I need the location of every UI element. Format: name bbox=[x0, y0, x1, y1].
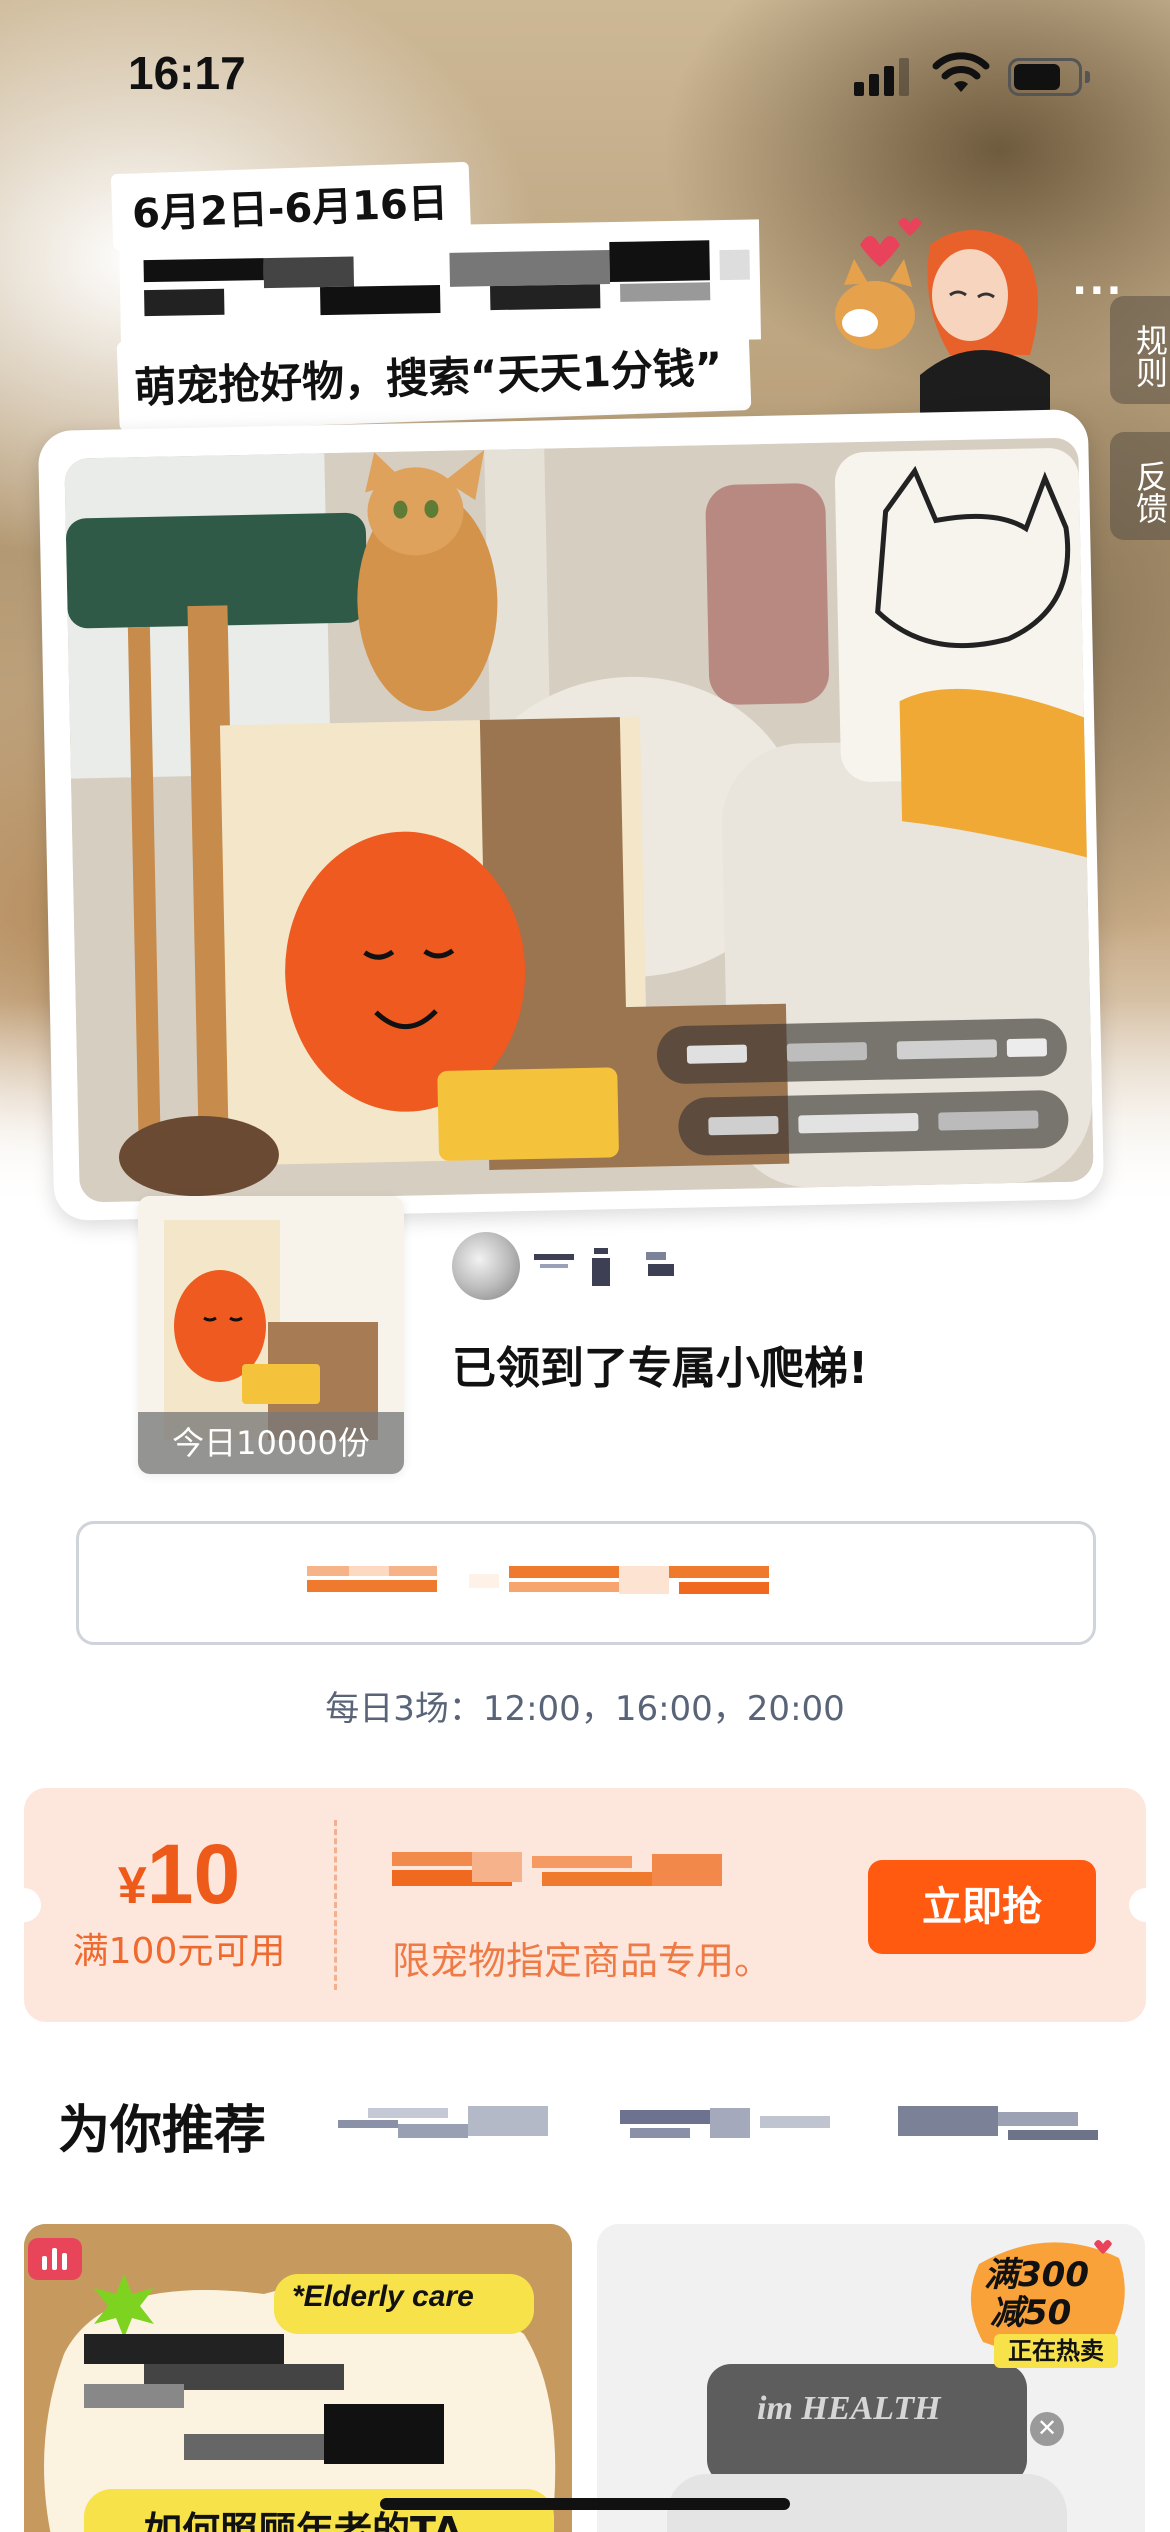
grab-now-button[interactable]: 立即抢 bbox=[868, 1860, 1096, 1954]
user-name-redacted bbox=[534, 1244, 694, 1286]
home-indicator[interactable] bbox=[380, 2498, 790, 2510]
recommend-tab[interactable] bbox=[620, 2102, 830, 2146]
recommend-tab[interactable] bbox=[338, 2102, 548, 2146]
recommend-title: 为你推荐 bbox=[58, 2101, 267, 2161]
barrage-pill bbox=[656, 1017, 1068, 1085]
feedback-button[interactable]: 反馈 bbox=[1110, 432, 1170, 540]
countdown-box bbox=[76, 1521, 1096, 1645]
coupon-divider bbox=[334, 1820, 337, 1990]
coupon-notch-right bbox=[1129, 1888, 1163, 1922]
feed-card-elderly-care[interactable]: *Elderly care 如何照顾年老的TA bbox=[24, 2224, 572, 2532]
elderly-care-cover bbox=[24, 2224, 572, 2532]
live-icon bbox=[28, 2238, 82, 2280]
barrage-pill bbox=[677, 1089, 1069, 1156]
cat-ladder-photo[interactable] bbox=[64, 437, 1094, 1203]
promo-line-2: 减50 bbox=[990, 2293, 1072, 2333]
coupon-value: 10 bbox=[146, 1827, 241, 1921]
session-schedule: 每日3场：12:00，16:00，20:00 bbox=[325, 1689, 845, 1729]
promo-line-3: 正在热卖 bbox=[994, 2334, 1118, 2368]
signal-icon bbox=[854, 56, 910, 96]
coupon-title-redacted bbox=[392, 1848, 722, 1894]
product-thumbnail[interactable]: 今日10000份 bbox=[138, 1196, 404, 1474]
coupon-description: 限宠物指定商品专用。 bbox=[392, 1939, 773, 1983]
rules-button[interactable]: 规则 bbox=[1110, 296, 1170, 404]
promo-badge: 满300 减50 正在热卖 bbox=[964, 2234, 1134, 2368]
daily-quota-caption: 今日10000份 bbox=[138, 1412, 404, 1474]
cat-scene-illustration bbox=[64, 437, 1094, 1203]
status-time: 16:17 bbox=[128, 47, 246, 99]
close-icon[interactable]: ✕ bbox=[1030, 2412, 1064, 2446]
avatar bbox=[452, 1232, 520, 1300]
coupon-amount: ¥10 bbox=[24, 1826, 334, 1923]
recommend-tab[interactable] bbox=[898, 2102, 1108, 2146]
wifi-icon bbox=[932, 52, 990, 92]
coupon-condition: 满100元可用 bbox=[72, 1931, 286, 1972]
currency-symbol: ¥ bbox=[117, 1857, 147, 1915]
feed-tag: *Elderly care bbox=[292, 2280, 474, 2313]
promo-line-1: 满300 bbox=[984, 2255, 1089, 2295]
battery-icon bbox=[1008, 58, 1090, 96]
supplement-brand: im HEALTH bbox=[757, 2390, 941, 2427]
received-message: 已领到了专属小爬梯! bbox=[452, 1343, 869, 1394]
coupon-card[interactable]: ¥10 满100元可用 限宠物指定商品专用。 立即抢 bbox=[7, 1788, 1163, 2022]
girl-and-dog-illustration bbox=[835, 218, 1050, 415]
